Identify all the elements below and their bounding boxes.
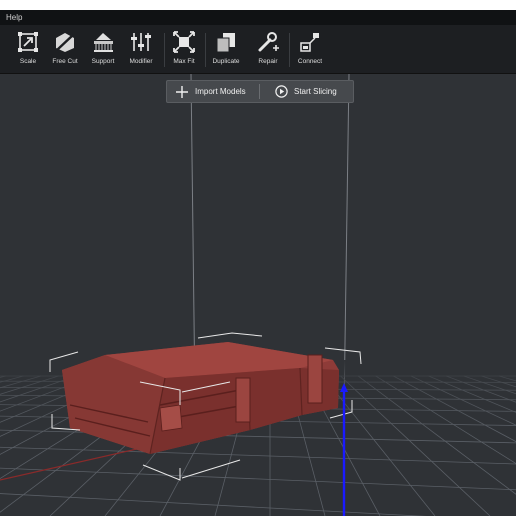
repair-label: Repair xyxy=(258,58,278,65)
action-divider xyxy=(259,84,260,99)
free-cut-label: Free Cut xyxy=(52,58,78,65)
connect-button[interactable]: Connect xyxy=(290,27,330,71)
menu-help[interactable]: Help xyxy=(6,13,22,22)
free-cut-button[interactable]: Free Cut xyxy=(45,27,85,71)
plus-icon xyxy=(176,85,188,98)
menu-bar: Help xyxy=(0,10,516,25)
connect-label: Connect xyxy=(297,58,323,65)
start-slicing-button[interactable]: Start Slicing xyxy=(275,81,351,102)
support-label: Support xyxy=(91,58,115,65)
toolbar: Scale Free Cut Support Modifier Max Fit … xyxy=(0,25,516,74)
connect-icon xyxy=(300,33,319,52)
repair-icon xyxy=(258,32,279,52)
import-models-label: Import Models xyxy=(195,87,246,96)
max-fit-label: Max Fit xyxy=(173,58,195,65)
scale-button[interactable]: Scale xyxy=(8,27,48,71)
import-models-button[interactable]: Import Models xyxy=(175,81,259,102)
scale-icon xyxy=(18,32,38,52)
scale-label: Scale xyxy=(19,58,37,65)
max-fit-icon xyxy=(173,31,195,53)
duplicate-icon xyxy=(216,33,235,53)
max-fit-button[interactable]: Max Fit xyxy=(164,27,204,71)
modifier-icon xyxy=(131,33,151,51)
play-circle-icon xyxy=(275,85,288,98)
free-cut-icon xyxy=(56,33,74,52)
floating-action-bar: Import Models Start Slicing xyxy=(166,80,354,103)
support-icon xyxy=(94,33,113,52)
start-slicing-label: Start Slicing xyxy=(294,87,337,96)
3d-viewport[interactable] xyxy=(0,74,516,516)
duplicate-label: Duplicate xyxy=(212,58,240,65)
repair-button[interactable]: Repair xyxy=(248,27,288,71)
support-button[interactable]: Support xyxy=(83,27,123,71)
modifier-label: Modifier xyxy=(129,58,153,65)
modifier-button[interactable]: Modifier xyxy=(121,27,161,71)
duplicate-button[interactable]: Duplicate xyxy=(206,27,246,71)
app-window: Help Scale Free Cut Support Modifier Max… xyxy=(0,10,516,516)
